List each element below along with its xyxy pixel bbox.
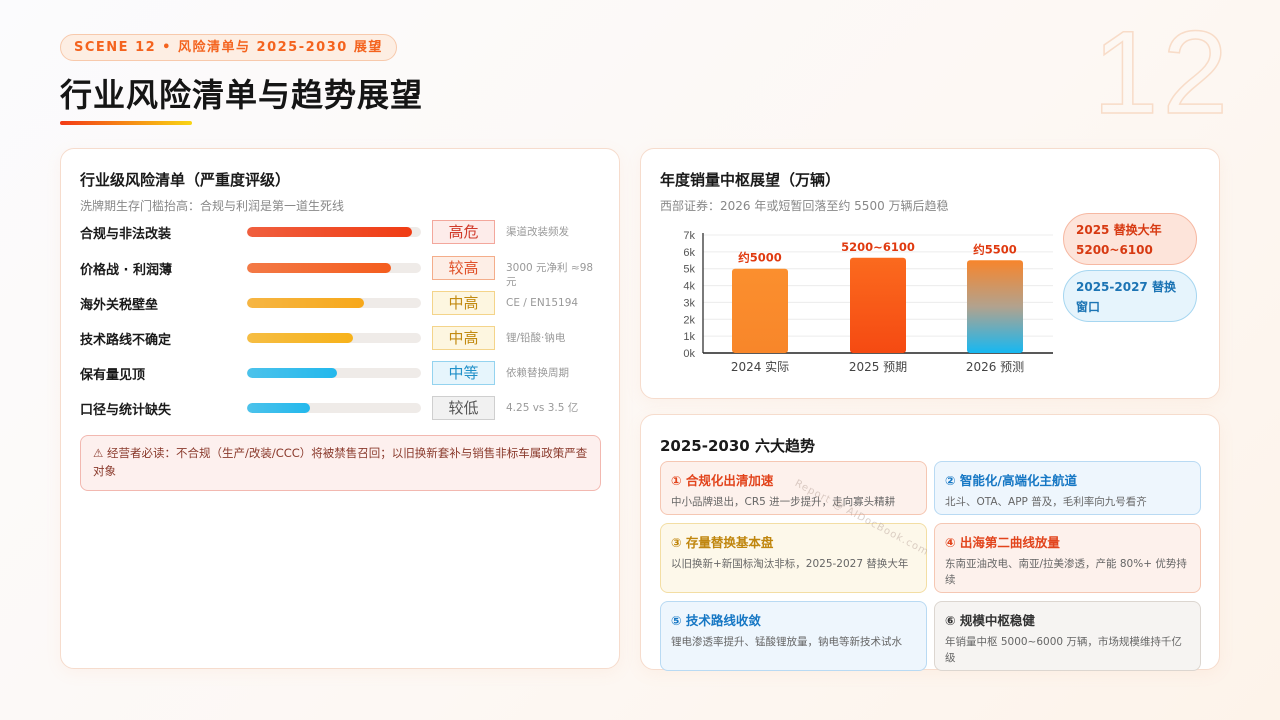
trend-desc: 中小品牌退出，CR5 进一步提升，走向寡头精耕 (671, 496, 896, 508)
scene-tag: SCENE 12 • 风险清单与 2025-2030 展望 (60, 34, 397, 61)
risk-level-badge: 较高 (432, 256, 495, 280)
risk-bar-fill (247, 227, 413, 237)
bar-3 (967, 260, 1023, 353)
y-tick-label: 4k (683, 281, 695, 293)
scene-number-watermark: 12 (1092, 7, 1232, 139)
risk-card-title: 行业级风险清单（严重度评级） (80, 171, 291, 189)
y-tick-label: 2k (683, 314, 695, 326)
replacement-year-pill: 2025 替换大年 5200~6100 (1063, 213, 1197, 265)
risk-row: 价格战 · 利润薄 较高 3000 元净利 ≈98元 (80, 256, 600, 288)
trend-title: ⑥ 规模中枢稳健 (945, 613, 1035, 628)
risk-row: 合规与非法改装 高危 渠道改装频发 (80, 220, 600, 244)
risk-bar-track (247, 227, 421, 237)
risk-name: 保有量见顶 (80, 368, 146, 383)
risk-note: 3000 元净利 ≈98元 (506, 262, 594, 288)
risk-bar-fill (247, 298, 364, 308)
bar-data-label: 5200~6100 (841, 240, 915, 254)
trend-title: ⑤ 技术路线收敛 (671, 613, 761, 628)
trend-card-4: ④ 出海第二曲线放量东南亚油改电、南亚/拉美渗透，产能 80%+ 优势持续 (934, 523, 1201, 593)
y-tick-label: 5k (683, 264, 695, 276)
risk-name: 合规与非法改装 (80, 227, 172, 242)
risk-row: 保有量见顶 中等 依赖替换周期 (80, 361, 600, 385)
y-tick-label: 6k (683, 247, 695, 259)
trend-desc: 锂电渗透率提升、锰酸锂放量，钠电等新技术试水 (671, 636, 902, 648)
x-category-label: 2024 实际 (731, 359, 789, 374)
trends-card: 2025-2030 六大趋势 ① 合规化出清加速 中小品牌退出，CR5 进一步提升… (640, 414, 1220, 671)
page-title: 行业风险清单与趋势展望 (60, 76, 424, 114)
risk-level-badge: 高危 (432, 220, 495, 244)
trend-card-5: ⑤ 技术路线收敛锂电渗透率提升、锰酸锂放量，钠电等新技术试水 (660, 601, 927, 671)
risk-name: 口径与统计缺失 (80, 403, 172, 418)
chart-subtitle: 西部证券：2026 年或短暂回落至约 5500 万辆后趋稳 (660, 199, 949, 213)
risk-note: 依赖替换周期 (506, 367, 569, 379)
trend-desc: 以旧换新+新国标淘汰非标，2025-2027 替换大年 (671, 558, 909, 570)
risk-card-subtitle: 洗牌期生存门槛抬高：合规与利润是第一道生死线 (80, 199, 345, 213)
risk-note: CE / EN15194 (506, 297, 579, 309)
trend-title: ④ 出海第二曲线放量 (945, 535, 1060, 550)
risk-level-badge: 较低 (432, 396, 495, 420)
trend-title: ② 智能化/高端化主航道 (945, 473, 1078, 488)
trend-title: ③ 存量替换基本盘 (671, 535, 774, 550)
risk-bar-fill (247, 333, 354, 343)
risk-bar-fill (247, 368, 338, 378)
risk-row: 技术路线不确定 中高 锂/铅酸·钠电 (80, 326, 600, 350)
risk-note: 锂/铅酸·钠电 (506, 332, 566, 344)
x-category-label: 2025 预期 (849, 360, 907, 374)
bar-1 (732, 268, 788, 353)
replacement-window-pill: 2025-2027 替换窗口 (1063, 270, 1197, 322)
trends-title: 2025-2030 六大趋势 (660, 437, 815, 455)
y-tick-label: 0k (683, 348, 695, 360)
bar-2 (850, 257, 906, 353)
risk-row: 海外关税壁垒 中高 CE / EN15194 (80, 291, 600, 315)
risk-row: 口径与统计缺失 较低 4.25 vs 3.5 亿 (80, 396, 600, 420)
risk-note: 4.25 vs 3.5 亿 (506, 402, 579, 414)
trend-desc: 北斗、OTA、APP 普及，毛利率向九号看齐 (945, 496, 1147, 508)
risk-bar-track (247, 368, 421, 378)
risk-list-card: 行业级风险清单（严重度评级） 洗牌期生存门槛抬高：合规与利润是第一道生死线 合规… (60, 148, 620, 669)
x-category-label: 2026 预测 (966, 360, 1024, 374)
risk-bar-track (247, 403, 421, 413)
risk-bar-track (247, 333, 421, 343)
risk-bar-track (247, 298, 421, 308)
risk-bar-track (247, 263, 421, 273)
risk-bar-fill (247, 263, 392, 273)
risk-note: 渠道改装频发 (506, 226, 569, 238)
risk-bar-fill (247, 403, 310, 413)
trend-desc: 年销量中枢 5000~6000 万辆，市场规模维持千亿级 (945, 636, 1182, 664)
risk-level-badge: 中高 (432, 326, 495, 350)
sales-bar-chart: 0k 1k 2k 3k 4k 5k 6k 7k 约5000 2024 实际 5200~6100 202… (683, 230, 1053, 374)
bar-data-label: 约5500 (973, 242, 1017, 256)
y-tick-label: 1k (683, 331, 695, 343)
sales-outlook-card: 年度销量中枢展望（万辆） 西部证券：2026 年或短暂回落至约 5500 万辆后… (640, 148, 1220, 399)
risk-level-badge: 中等 (432, 361, 495, 385)
y-tick-label: 7k (683, 230, 695, 242)
risk-name: 价格战 · 利润薄 (80, 263, 172, 278)
chart-title: 年度销量中枢展望（万辆） (660, 171, 841, 189)
trend-card-2: ② 智能化/高端化主航道北斗、OTA、APP 普及，毛利率向九号看齐 (934, 461, 1201, 515)
risk-level-badge: 中高 (432, 291, 495, 315)
risk-alert: ⚠ 经营者必读：不合规（生产/改装/CCC）将被禁售召回；以旧换新套补与销售非标… (80, 435, 601, 491)
risk-name: 技术路线不确定 (80, 333, 172, 348)
trend-card-6: ⑥ 规模中枢稳健年销量中枢 5000~6000 万辆，市场规模维持千亿级 (934, 601, 1201, 671)
bar-data-label: 约5000 (738, 251, 782, 265)
risk-name: 海外关税壁垒 (80, 298, 159, 313)
trend-desc: 东南亚油改电、南亚/拉美渗透，产能 80%+ 优势持续 (945, 558, 1187, 586)
y-tick-label: 3k (683, 297, 695, 309)
title-underline (60, 121, 192, 125)
